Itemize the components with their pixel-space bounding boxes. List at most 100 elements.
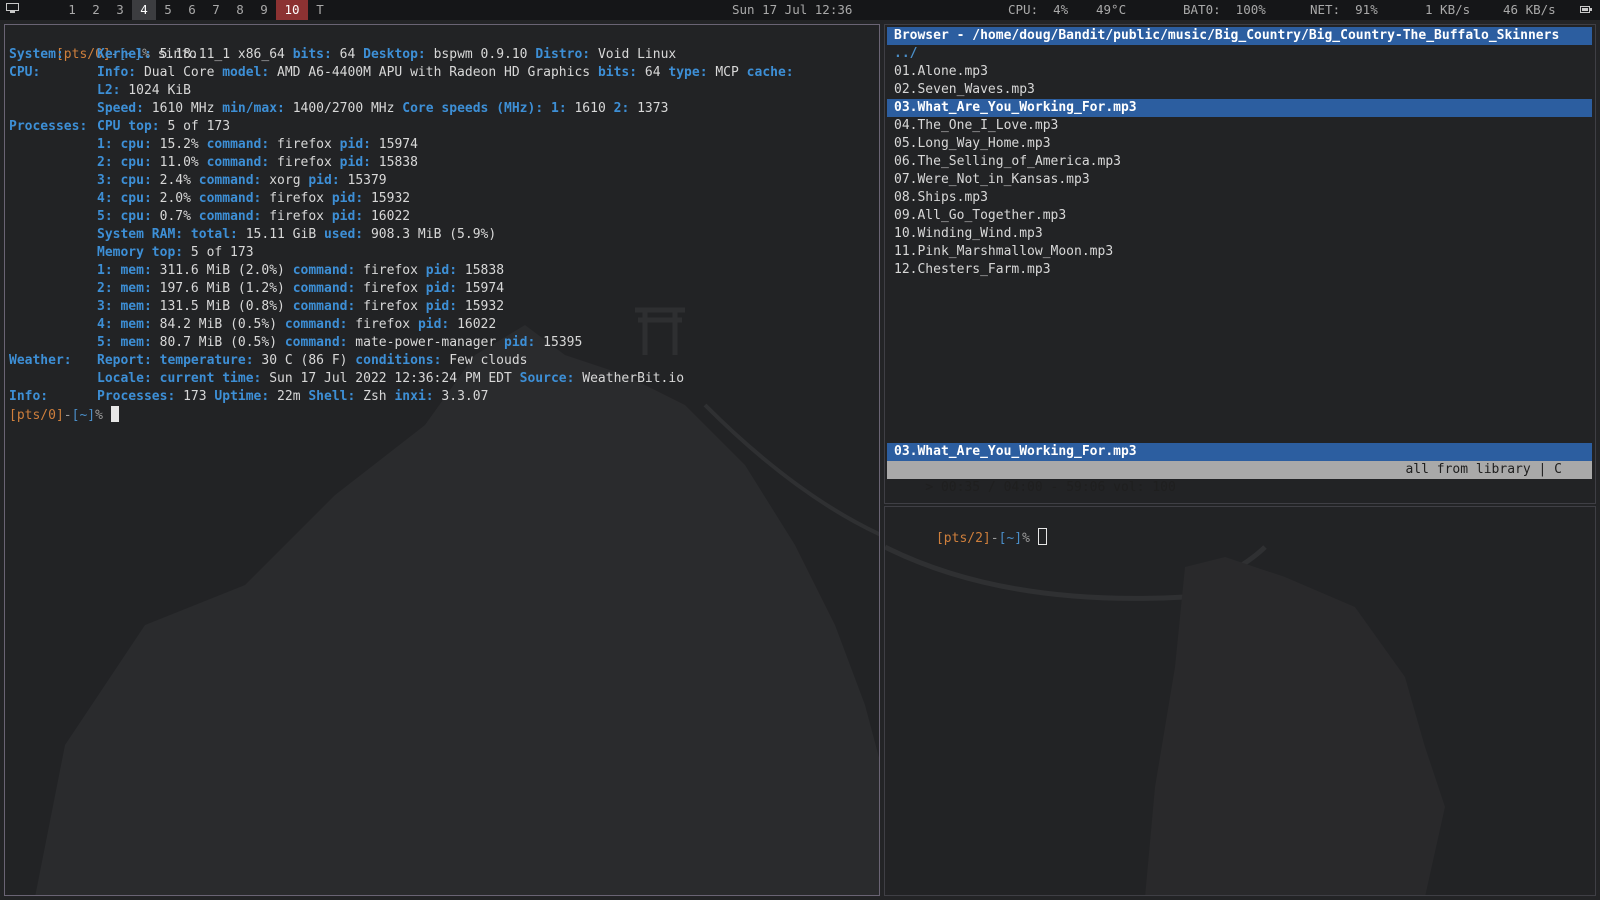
desktop-t[interactable]: T <box>308 0 332 20</box>
field-value: 30 C (86 F) <box>253 353 356 368</box>
field-key: Kernel: <box>97 47 152 62</box>
field-key: pid: <box>339 155 371 170</box>
field-value: 173 <box>175 389 215 404</box>
playback-position: > 00:35 / 04:00 - 59:06 vol: 100 <box>925 480 1176 495</box>
field-key: command: <box>292 299 356 314</box>
desktop-2[interactable]: 2 <box>84 0 108 20</box>
field-value: 5.18.11_1 x86_64 <box>151 47 293 62</box>
field-key: min/max: <box>222 101 285 116</box>
field-value: firefox <box>269 137 340 152</box>
field-key: Info: <box>97 65 137 80</box>
track-item[interactable]: 09.All_Go_Together.mp3 <box>887 207 1592 225</box>
field-value: firefox <box>261 191 332 206</box>
field-value: 80.7 MiB (0.5%) <box>151 335 285 350</box>
wallpaper-rock-image-right <box>885 544 1445 895</box>
field-value: WeatherBit.io <box>574 371 685 386</box>
field-value: 22m <box>269 389 309 404</box>
field-value: 1024 KiB <box>120 83 191 98</box>
field-value: bspwm 0.9.10 <box>425 47 536 62</box>
field-key: bits: <box>597 65 638 80</box>
terminal-pane-left[interactable]: [pts/0]-[~]% sinfo System: Kernel: 5.18.1… <box>4 24 880 896</box>
track-item[interactable]: 05.Long_Way_Home.mp3 <box>887 135 1592 153</box>
prompt-dir: [~] <box>71 408 96 423</box>
clock: Sun 17 Jul 12:36 <box>732 2 853 17</box>
field-key: Shell: <box>308 389 356 404</box>
field-key: 5: mem: <box>97 335 152 350</box>
desktop-7[interactable]: 7 <box>204 0 228 20</box>
field-value: 15932 <box>363 191 411 206</box>
field-value: 1373 <box>629 101 669 116</box>
field-value: AMD A6-4400M APU with Radeon HD Graphics <box>269 65 598 80</box>
cpu-usage: CPU: 4% <box>1008 2 1069 17</box>
field-value: 15.11 GiB <box>237 227 324 242</box>
parent-directory-item[interactable]: ../ <box>887 45 1592 63</box>
desktop-10[interactable]: 10 <box>276 0 308 20</box>
field-value: 0.7% <box>151 209 199 224</box>
field-key: Uptime: <box>214 389 270 404</box>
desktop-4[interactable]: 4 <box>132 0 156 20</box>
field-key: 3: mem: <box>97 299 152 314</box>
desktop-1[interactable]: 1 <box>60 0 84 20</box>
field-value: 908.3 MiB (5.9%) <box>363 227 497 242</box>
field-key: pid: <box>425 299 458 314</box>
field-key: Report: temperature: <box>97 353 254 368</box>
track-item[interactable]: 03.What_Are_You_Working_For.mp3 <box>887 99 1592 117</box>
field-value: MCP <box>707 65 747 80</box>
field-key: command: <box>198 173 262 188</box>
field-key: command: <box>284 335 348 350</box>
desktop-9[interactable]: 9 <box>252 0 276 20</box>
field-key: Source: <box>519 371 575 386</box>
field-key: Processes: <box>97 389 176 404</box>
desktop-6[interactable]: 6 <box>180 0 204 20</box>
track-item[interactable]: 04.The_One_I_Love.mp3 <box>887 117 1592 135</box>
field-key: command: <box>198 209 262 224</box>
top-bar: 1 2 3 4 5 6 7 8 9 10 T Sun 17 Jul 12:36 CPU: 4% 49… <box>0 0 1600 20</box>
field-value: 2.0% <box>151 191 199 206</box>
sinfo-line: 5: mem: 80.7 MiB (0.5%) command: mate-po… <box>9 334 879 352</box>
field-value: 84.2 MiB (0.5%) <box>151 317 285 332</box>
desktop-8[interactable]: 8 <box>228 0 252 20</box>
track-item[interactable]: 11.Pink_Marshmallow_Moon.mp3 <box>887 243 1592 261</box>
field-key: Desktop: <box>363 47 426 62</box>
field-value: 15379 <box>339 173 387 188</box>
prompt-dir: [~] <box>998 531 1023 546</box>
field-value: firefox <box>355 281 426 296</box>
cmus-music-player[interactable]: Browser - /home/doug/Bandit/public/music… <box>884 24 1596 504</box>
field-key: conditions: <box>355 353 442 368</box>
field-value: Sun 17 Jul 2022 12:36:24 PM EDT <box>261 371 520 386</box>
track-item[interactable]: 10.Winding_Wind.mp3 <box>887 225 1592 243</box>
terminal-pane-right[interactable]: [pts/2]-[~]% <box>884 506 1596 896</box>
field-key: type: <box>668 65 708 80</box>
field-key: pid: <box>417 317 450 332</box>
sinfo-line: 2: mem: 197.6 MiB (1.2%) command: firefo… <box>9 280 879 298</box>
track-item[interactable]: 12.Chesters_Farm.mp3 <box>887 261 1592 279</box>
desktop-5[interactable]: 5 <box>156 0 180 20</box>
prompt-tty: [pts/0] <box>9 408 64 423</box>
prompt-symbol: % <box>95 408 103 423</box>
field-key: System RAM: total: <box>97 227 238 242</box>
field-value: 5 of 173 <box>159 119 231 134</box>
battery-status: BAT0: 100% <box>1183 2 1266 17</box>
terminal-output: [pts/2]-[~]% <box>889 510 1595 546</box>
desktop-3[interactable]: 3 <box>108 0 132 20</box>
field-value: 16022 <box>449 317 497 332</box>
track-item[interactable]: 07.Were_Not_in_Kansas.mp3 <box>887 171 1592 189</box>
sinfo-line: 1: cpu: 15.2% command: firefox pid: 1597… <box>9 136 879 154</box>
command-prompt-line: [pts/0]-[~]% <box>9 406 879 424</box>
field-key: pid: <box>331 209 364 224</box>
track-item[interactable]: 02.Seven_Waves.mp3 <box>887 81 1592 99</box>
prompt-tty: [pts/2] <box>935 531 991 546</box>
track-item[interactable]: 01.Alone.mp3 <box>887 63 1592 81</box>
sinfo-output: [pts/0]-[~]% sinfo System: Kernel: 5.18.1… <box>9 28 879 424</box>
field-value: 11.0% <box>151 155 207 170</box>
track-item[interactable]: 08.Ships.mp3 <box>887 189 1592 207</box>
field-value: Few clouds <box>441 353 528 368</box>
section-label: Weather: <box>9 353 72 368</box>
sinfo-line: 5: cpu: 0.7% command: firefox pid: 16022 <box>9 208 879 226</box>
track-item[interactable]: 06.The_Selling_of_America.mp3 <box>887 153 1592 171</box>
field-key: pid: <box>308 173 340 188</box>
field-value: Void Linux <box>590 47 677 62</box>
field-key: command: <box>292 281 356 296</box>
section-label: Processes: <box>9 119 88 134</box>
field-key: 1: mem: <box>97 263 152 278</box>
